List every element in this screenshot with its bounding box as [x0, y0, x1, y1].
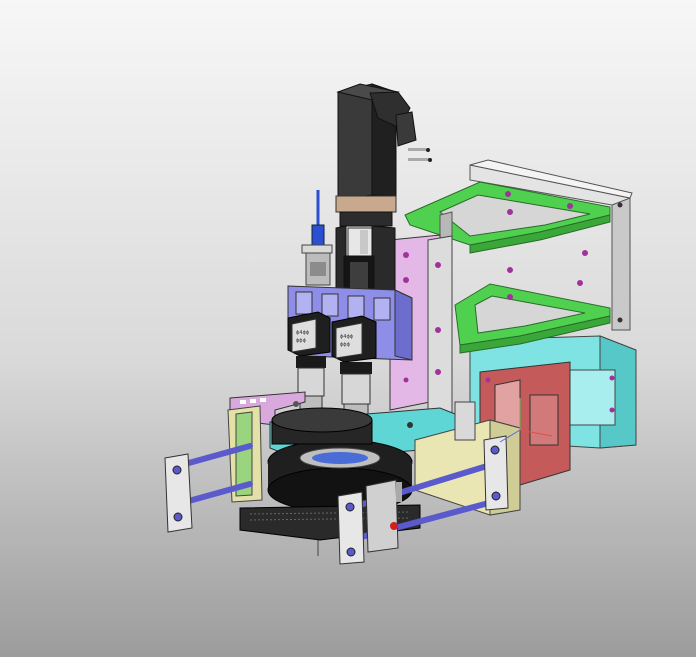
left-camera-label-2: ϕϕϕ [296, 338, 307, 344]
left-end-block [165, 454, 192, 532]
right-camera-label-2: ϕϕϕ [340, 342, 351, 348]
right-end-block-back [484, 436, 508, 510]
vertical-sensor-probe [302, 190, 332, 285]
slider-block [366, 480, 402, 552]
cad-viewport[interactable]: ϕ4ϕϕ ϕϕϕ ϕ4ϕϕ ϕϕϕ [0, 0, 696, 657]
machine-assembly-model[interactable]: ϕ4ϕϕ ϕϕϕ ϕ4ϕϕ ϕϕϕ [0, 0, 696, 657]
right-end-block-front [338, 492, 364, 564]
right-camera-label-1: ϕ4ϕϕ [340, 334, 354, 340]
servo-motor [338, 84, 432, 200]
left-camera-label-1: ϕ4ϕϕ [296, 330, 310, 336]
